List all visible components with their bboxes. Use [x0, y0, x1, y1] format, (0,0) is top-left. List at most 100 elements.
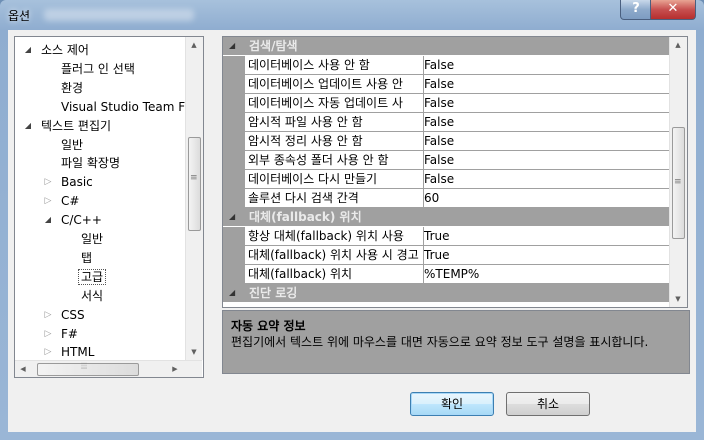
- property-value[interactable]: False: [421, 170, 672, 189]
- row-margin: [223, 189, 245, 208]
- tree-item[interactable]: 플러그 인 선택: [61, 60, 135, 78]
- tree-item[interactable]: C#: [61, 192, 79, 210]
- property-value[interactable]: False: [421, 132, 672, 151]
- tree-item-label: F#: [61, 326, 78, 341]
- grid-category-name: 검색/탐색: [249, 39, 298, 53]
- row-margin: [223, 151, 245, 170]
- grip-icon: ⦙⦙⦙: [81, 362, 88, 372]
- property-value[interactable]: False: [421, 56, 672, 75]
- grid-property-row[interactable]: 외부 종속성 폴더 사용 안 함 False: [223, 151, 672, 170]
- collapse-arrow-icon[interactable]: ◢: [23, 117, 33, 135]
- property-name[interactable]: 암시적 파일 사용 안 함: [245, 113, 424, 132]
- tree-item[interactable]: Basic: [61, 173, 93, 191]
- description-panel: 자동 요약 정보 편집기에서 텍스트 위에 마우스를 대면 자동으로 요약 정보…: [222, 310, 690, 374]
- grid-property-row[interactable]: 암시적 정리 사용 안 함 False: [223, 132, 672, 151]
- scroll-down-arrow-icon[interactable]: ▼: [186, 344, 202, 360]
- tree-item[interactable]: 서식: [81, 287, 103, 305]
- tree-item-label: 일반: [61, 137, 84, 152]
- tree-scroll-thumb[interactable]: [188, 137, 201, 231]
- property-name[interactable]: 데이터베이스 업데이트 사용 안: [245, 75, 424, 94]
- property-value[interactable]: True: [421, 227, 672, 246]
- property-name[interactable]: 데이터베이스 사용 안 함: [245, 56, 424, 75]
- grid-property-row[interactable]: 데이터베이스 사용 안 함 False: [223, 56, 672, 75]
- property-name[interactable]: 외부 종속성 폴더 사용 안 함: [245, 151, 424, 170]
- options-tree[interactable]: ◢ 소스 제어플러그 인 선택환경 Visual Studio Team Fou ◢ 텍…: [14, 36, 204, 378]
- grid-category[interactable]: ◢ 진단 로깅: [223, 284, 669, 302]
- options-dialog: 옵션 ? ✕ ◢ 소스 제어플러그 인 선택환경 Visual Studio Tea…: [0, 0, 704, 440]
- property-value[interactable]: False: [421, 94, 672, 113]
- scroll-up-arrow-icon[interactable]: ▲: [670, 37, 686, 53]
- tree-item-label: Basic: [61, 175, 93, 190]
- property-value[interactable]: True: [421, 246, 672, 265]
- close-button[interactable]: ✕: [650, 0, 696, 20]
- property-grid[interactable]: ◢ 검색/탐색 데이터베이스 사용 안 함 False 데이터베이스 업데이트 사용 안…: [222, 36, 688, 308]
- description-title: 자동 요약 정보: [231, 319, 306, 333]
- grid-property-row[interactable]: 솔루션 다시 검색 간격 60: [223, 189, 672, 208]
- row-margin: [223, 265, 245, 284]
- tree-item[interactable]: 일반: [61, 136, 83, 154]
- property-value[interactable]: 60: [421, 189, 672, 208]
- collapse-arrow-icon[interactable]: ◢: [23, 41, 33, 59]
- property-name[interactable]: 대체(fallback) 위치 사용 시 경고: [245, 246, 424, 265]
- row-margin: [223, 113, 245, 132]
- property-value[interactable]: False: [421, 75, 672, 94]
- scroll-up-arrow-icon[interactable]: ▲: [186, 37, 202, 53]
- tree-item[interactable]: 파일 확장명: [61, 154, 120, 172]
- scroll-right-arrow-icon[interactable]: ▶: [167, 361, 183, 377]
- tree-vertical-scrollbar[interactable]: ▲ ≡ ▼: [185, 37, 203, 360]
- grid-property-row[interactable]: 항상 대체(fallback) 위치 사용 True: [223, 227, 672, 246]
- tree-horizontal-scrollbar[interactable]: ◀ ⦙⦙⦙ ▶: [15, 360, 202, 377]
- grid-property-row[interactable]: 대체(fallback) 위치 사용 시 경고 True: [223, 246, 672, 265]
- cancel-button[interactable]: 취소: [506, 392, 590, 416]
- property-name[interactable]: 데이터베이스 자동 업데이트 사: [245, 94, 424, 113]
- expand-arrow-icon[interactable]: ▷: [43, 173, 53, 191]
- grip-icon: ≡: [190, 173, 198, 183]
- tree-item[interactable]: 일반: [81, 230, 103, 248]
- ok-button[interactable]: 확인: [410, 392, 494, 416]
- tree-item[interactable]: 환경: [61, 79, 83, 97]
- grid-vertical-scrollbar[interactable]: ▲ ≡ ▼: [669, 37, 687, 307]
- property-name[interactable]: 암시적 정리 사용 안 함: [245, 132, 424, 151]
- tree-item[interactable]: 소스 제어: [41, 41, 89, 59]
- property-value[interactable]: False: [421, 113, 672, 132]
- collapse-arrow-icon[interactable]: ◢: [229, 284, 235, 302]
- collapse-arrow-icon[interactable]: ◢: [229, 37, 235, 55]
- expand-arrow-icon[interactable]: ▷: [43, 343, 53, 361]
- property-name[interactable]: 솔루션 다시 검색 간격: [245, 189, 424, 208]
- grid-property-row[interactable]: 데이터베이스 자동 업데이트 사 False: [223, 94, 672, 113]
- property-name[interactable]: 대체(fallback) 위치: [245, 265, 424, 284]
- grid-property-row[interactable]: 암시적 파일 사용 안 함 False: [223, 113, 672, 132]
- tree-item-label: C#: [61, 194, 80, 209]
- tree-item[interactable]: CSS: [61, 306, 85, 324]
- collapse-arrow-icon[interactable]: ◢: [229, 208, 235, 226]
- expand-arrow-icon[interactable]: ▷: [43, 192, 53, 210]
- property-value[interactable]: False: [421, 151, 672, 170]
- grid-property-row[interactable]: 데이터베이스 업데이트 사용 안 False: [223, 75, 672, 94]
- tree-item-label: 환경: [61, 80, 84, 95]
- grid-category[interactable]: ◢ 대체(fallback) 위치: [223, 208, 669, 226]
- tree-item[interactable]: F#: [61, 325, 78, 343]
- tree-item[interactable]: 탭: [81, 249, 92, 267]
- tree-hscroll-thumb[interactable]: [37, 363, 139, 376]
- tree-item[interactable]: HTML: [61, 343, 94, 361]
- property-value[interactable]: %TEMP%: [421, 265, 672, 284]
- tree-item[interactable]: C/C++: [61, 211, 102, 229]
- tree-item-label: 플러그 인 선택: [61, 61, 135, 76]
- tree-item[interactable]: 고급: [78, 268, 107, 286]
- expand-arrow-icon[interactable]: ▷: [43, 306, 53, 324]
- help-button[interactable]: ?: [620, 0, 652, 20]
- scroll-left-arrow-icon[interactable]: ◀: [15, 361, 31, 377]
- tree-item[interactable]: Visual Studio Team Fou: [61, 98, 200, 116]
- property-name[interactable]: 항상 대체(fallback) 위치 사용: [245, 227, 424, 246]
- property-name[interactable]: 데이터베이스 다시 만들기: [245, 170, 424, 189]
- grid-property-row[interactable]: 데이터베이스 다시 만들기 False: [223, 170, 672, 189]
- title-bar[interactable]: 옵션 ? ✕: [0, 0, 704, 30]
- tree-item-label: 소스 제어: [41, 43, 89, 57]
- scroll-down-arrow-icon[interactable]: ▼: [670, 291, 686, 307]
- grid-property-row[interactable]: 대체(fallback) 위치 %TEMP%: [223, 265, 672, 284]
- expand-arrow-icon[interactable]: ▷: [43, 325, 53, 343]
- collapse-arrow-icon[interactable]: ◢: [43, 211, 53, 229]
- title-blur: [44, 9, 194, 21]
- grid-category[interactable]: ◢ 검색/탐색: [223, 37, 669, 55]
- tree-item[interactable]: 텍스트 편집기: [41, 117, 111, 135]
